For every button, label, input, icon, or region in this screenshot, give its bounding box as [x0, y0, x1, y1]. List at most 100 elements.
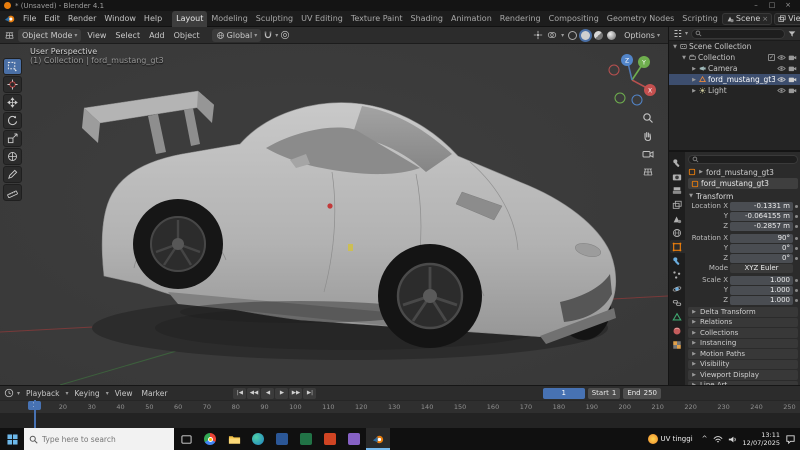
scale-tool[interactable]: [3, 130, 22, 147]
workspace-tab-geometry-nodes[interactable]: Geometry Nodes: [603, 11, 678, 27]
outliner-editor-icon[interactable]: [673, 29, 682, 38]
workspace-tab-modeling[interactable]: Modeling: [207, 11, 251, 27]
animate-dot-icon[interactable]: [795, 298, 798, 302]
section-relations[interactable]: ▶ Relations: [688, 317, 798, 327]
scene-selector[interactable]: Scene ×: [721, 12, 773, 25]
gizmo-z-neg[interactable]: [631, 94, 643, 106]
chrome-icon[interactable]: [198, 428, 222, 450]
jump-to-start-button[interactable]: |◀: [233, 387, 247, 399]
outliner-item-label[interactable]: Scene Collection: [689, 42, 797, 51]
scene-unlink-icon[interactable]: ×: [762, 15, 768, 23]
viewlayer-selector[interactable]: ViewLayer ×: [774, 12, 800, 25]
editor-type-icon[interactable]: [4, 30, 15, 41]
scale-y-field[interactable]: 1.000: [730, 285, 793, 295]
tab-constraints[interactable]: [670, 296, 685, 309]
frame-end-field[interactable]: End 250: [623, 387, 661, 399]
outliner-item-label[interactable]: Collection: [698, 53, 766, 62]
menu-object[interactable]: Object: [171, 31, 203, 40]
menu-view[interactable]: View: [84, 31, 109, 40]
taskbar-search-input[interactable]: [42, 434, 162, 444]
tab-world[interactable]: [670, 226, 685, 239]
menu-view-timeline[interactable]: View: [112, 389, 136, 398]
hide-eye-icon[interactable]: [777, 76, 786, 83]
workspace-tab-rendering[interactable]: Rendering: [496, 11, 545, 27]
close-button[interactable]: ×: [780, 0, 796, 11]
outliner-row-collection[interactable]: ▼ Collection ✓: [669, 52, 800, 63]
disclosure-icon[interactable]: ▼: [681, 55, 687, 61]
snap-dropdown-icon[interactable]: ▾: [275, 32, 278, 39]
disclosure-icon[interactable]: ▶: [691, 66, 697, 72]
animate-dot-icon[interactable]: [795, 214, 798, 218]
next-keyframe-button[interactable]: ▶▶: [289, 387, 303, 399]
volume-icon[interactable]: [728, 435, 738, 444]
render-camera-icon[interactable]: [788, 76, 797, 83]
menu-add[interactable]: Add: [146, 31, 168, 40]
menu-edit[interactable]: Edit: [40, 11, 64, 26]
chevron-down-icon[interactable]: ▾: [17, 390, 20, 397]
hide-eye-icon[interactable]: [777, 65, 786, 72]
outliner-item-label[interactable]: ford_mustang_gt3: [708, 75, 775, 84]
workspace-tab-layout[interactable]: Layout: [172, 10, 208, 27]
outliner-search[interactable]: [691, 28, 785, 39]
scale-z-field[interactable]: 1.000: [730, 295, 793, 305]
snap-magnet-icon[interactable]: [263, 30, 273, 40]
current-frame-field[interactable]: 1: [542, 387, 585, 399]
tab-texture[interactable]: [670, 338, 685, 351]
shading-material-icon[interactable]: [594, 30, 604, 40]
section-visibility[interactable]: ▶ Visibility: [688, 359, 798, 369]
animate-dot-icon[interactable]: [795, 256, 798, 260]
play-reverse-button[interactable]: ◀: [261, 387, 275, 399]
rotation-y-field[interactable]: 0°: [730, 243, 793, 253]
outliner-item-label[interactable]: Camera: [708, 64, 775, 73]
disclosure-icon[interactable]: ▼: [672, 44, 678, 50]
tab-tool[interactable]: [670, 156, 685, 169]
animate-dot-icon[interactable]: [795, 288, 798, 292]
task-view-button[interactable]: [174, 428, 198, 450]
render-camera-icon[interactable]: [788, 54, 797, 61]
minimize-button[interactable]: –: [748, 0, 764, 11]
pan-hand-icon[interactable]: [642, 130, 654, 142]
options-dropdown[interactable]: Options ▾: [620, 29, 664, 42]
render-camera-icon[interactable]: [788, 87, 797, 94]
workspace-tab-sculpting[interactable]: Sculpting: [252, 11, 297, 27]
tab-physics[interactable]: [670, 282, 685, 295]
select-box-tool[interactable]: [3, 58, 22, 75]
taskbar-clock[interactable]: 13:11 12/07/2025: [743, 431, 780, 447]
object-name-field[interactable]: ford_mustang_gt3: [688, 178, 798, 189]
workspace-tab-animation[interactable]: Animation: [447, 11, 496, 27]
gizmo-x-neg[interactable]: [608, 64, 620, 76]
transform-orientation-dropdown[interactable]: Global ▾: [211, 28, 262, 42]
location-x-field[interactable]: -0.1331 m: [730, 201, 793, 211]
tab-output[interactable]: [670, 184, 685, 197]
navigation-gizmo[interactable]: X Y Z: [604, 52, 660, 108]
transform-panel-header[interactable]: ▼ Transform: [688, 191, 798, 201]
outliner-row-camera[interactable]: ▶ Camera: [669, 63, 800, 74]
move-tool[interactable]: [3, 94, 22, 111]
file-explorer-icon[interactable]: [222, 428, 246, 450]
word-icon[interactable]: [270, 428, 294, 450]
edge-icon[interactable]: [246, 428, 270, 450]
rotation-x-field[interactable]: 90°: [730, 233, 793, 243]
play-button[interactable]: ▶: [275, 387, 289, 399]
location-y-field[interactable]: -0.064155 m: [730, 211, 793, 221]
section-collections[interactable]: ▶ Collections: [688, 328, 798, 338]
show-hidden-icons-button[interactable]: ^: [702, 435, 708, 443]
animate-dot-icon[interactable]: [795, 278, 798, 282]
disclosure-icon[interactable]: ▶: [691, 77, 697, 83]
timeline-track[interactable]: [0, 400, 800, 428]
properties-search[interactable]: [688, 155, 798, 164]
jump-to-end-button[interactable]: ▶|: [303, 387, 317, 399]
tab-scene[interactable]: [670, 212, 685, 225]
annotate-tool[interactable]: [3, 166, 22, 183]
outliner-row-light[interactable]: ▶ Light: [669, 85, 800, 96]
workspace-tab-uv-editing[interactable]: UV Editing: [297, 11, 347, 27]
location-z-field[interactable]: -0.2857 m: [730, 221, 793, 231]
perspective-toggle-icon[interactable]: [642, 166, 654, 178]
tab-modifiers[interactable]: [670, 254, 685, 267]
gizmo-toggle-icon[interactable]: [533, 30, 543, 40]
prev-keyframe-button[interactable]: ◀◀: [247, 387, 261, 399]
menu-render[interactable]: Render: [64, 11, 100, 26]
outliner-item-label[interactable]: Light: [708, 86, 775, 95]
settings-icon[interactable]: [342, 428, 366, 450]
outliner-row-ford-mustang-gt3[interactable]: ▶ ford_mustang_gt3: [669, 74, 800, 85]
